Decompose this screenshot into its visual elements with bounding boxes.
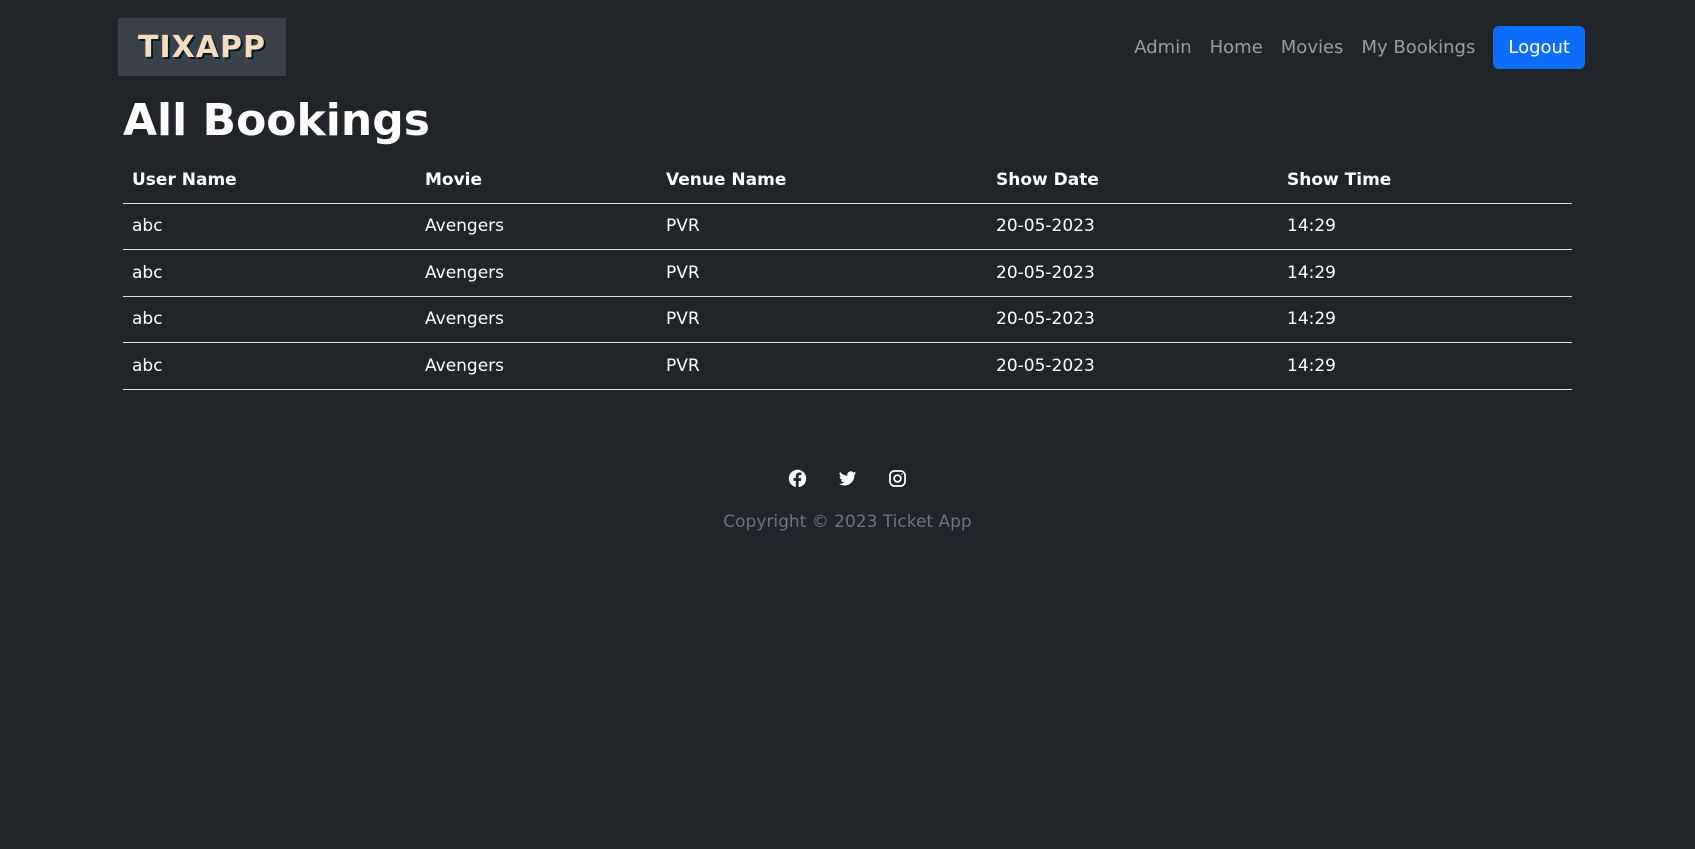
cell-user-name: abc	[123, 296, 416, 343]
page-title: All Bookings	[123, 95, 430, 146]
cell-show-date: 20-05-2023	[987, 296, 1278, 343]
table-row: abc Avengers PVR 20-05-2023 14:29	[123, 342, 1572, 390]
table-header-row: User Name Movie Venue Name Show Date Sho…	[123, 158, 1572, 204]
logout-button[interactable]: Logout	[1493, 25, 1585, 69]
cell-venue-name: PVR	[657, 342, 987, 390]
copyright-text: Copyright © 2023 Ticket App	[723, 512, 972, 532]
cell-user-name: abc	[123, 249, 416, 297]
cell-show-time: 14:29	[1278, 203, 1572, 250]
cell-user-name: abc	[123, 342, 416, 390]
navbar: TIXAPP Admin Home Movies My Bookings Log…	[0, 0, 1695, 95]
column-header-venue-name: Venue Name	[657, 158, 987, 204]
twitter-icon[interactable]	[838, 468, 858, 488]
cell-movie: Avengers	[416, 342, 657, 390]
cell-venue-name: PVR	[657, 203, 987, 250]
column-header-movie: Movie	[416, 158, 657, 204]
nav-home-link[interactable]: Home	[1210, 37, 1263, 58]
brand-logo[interactable]: TIXAPP	[118, 18, 286, 76]
table-row: abc Avengers PVR 20-05-2023 14:29	[123, 203, 1572, 250]
cell-show-time: 14:29	[1278, 342, 1572, 390]
cell-show-time: 14:29	[1278, 296, 1572, 343]
social-links	[0, 468, 1695, 488]
cell-show-date: 20-05-2023	[987, 249, 1278, 297]
logo-text: TIXAPP	[138, 29, 266, 65]
table-row: abc Avengers PVR 20-05-2023 14:29	[123, 249, 1572, 297]
cell-show-date: 20-05-2023	[987, 203, 1278, 250]
cell-movie: Avengers	[416, 249, 657, 297]
cell-venue-name: PVR	[657, 249, 987, 297]
nav-movies-link[interactable]: Movies	[1281, 37, 1344, 58]
nav-my-bookings-link[interactable]: My Bookings	[1361, 37, 1475, 58]
cell-user-name: abc	[123, 203, 416, 250]
nav-admin-link[interactable]: Admin	[1134, 37, 1191, 58]
cell-movie: Avengers	[416, 296, 657, 343]
table-row: abc Avengers PVR 20-05-2023 14:29	[123, 296, 1572, 343]
facebook-icon[interactable]	[788, 468, 808, 488]
nav-menu: Admin Home Movies My Bookings Logout	[1134, 25, 1585, 69]
column-header-user-name: User Name	[123, 158, 416, 204]
cell-show-time: 14:29	[1278, 249, 1572, 297]
column-header-show-time: Show Time	[1278, 158, 1572, 204]
cell-show-date: 20-05-2023	[987, 342, 1278, 390]
cell-movie: Avengers	[416, 203, 657, 250]
bookings-table: User Name Movie Venue Name Show Date Sho…	[123, 158, 1572, 390]
instagram-icon[interactable]	[888, 468, 908, 488]
column-header-show-date: Show Date	[987, 158, 1278, 204]
cell-venue-name: PVR	[657, 296, 987, 343]
